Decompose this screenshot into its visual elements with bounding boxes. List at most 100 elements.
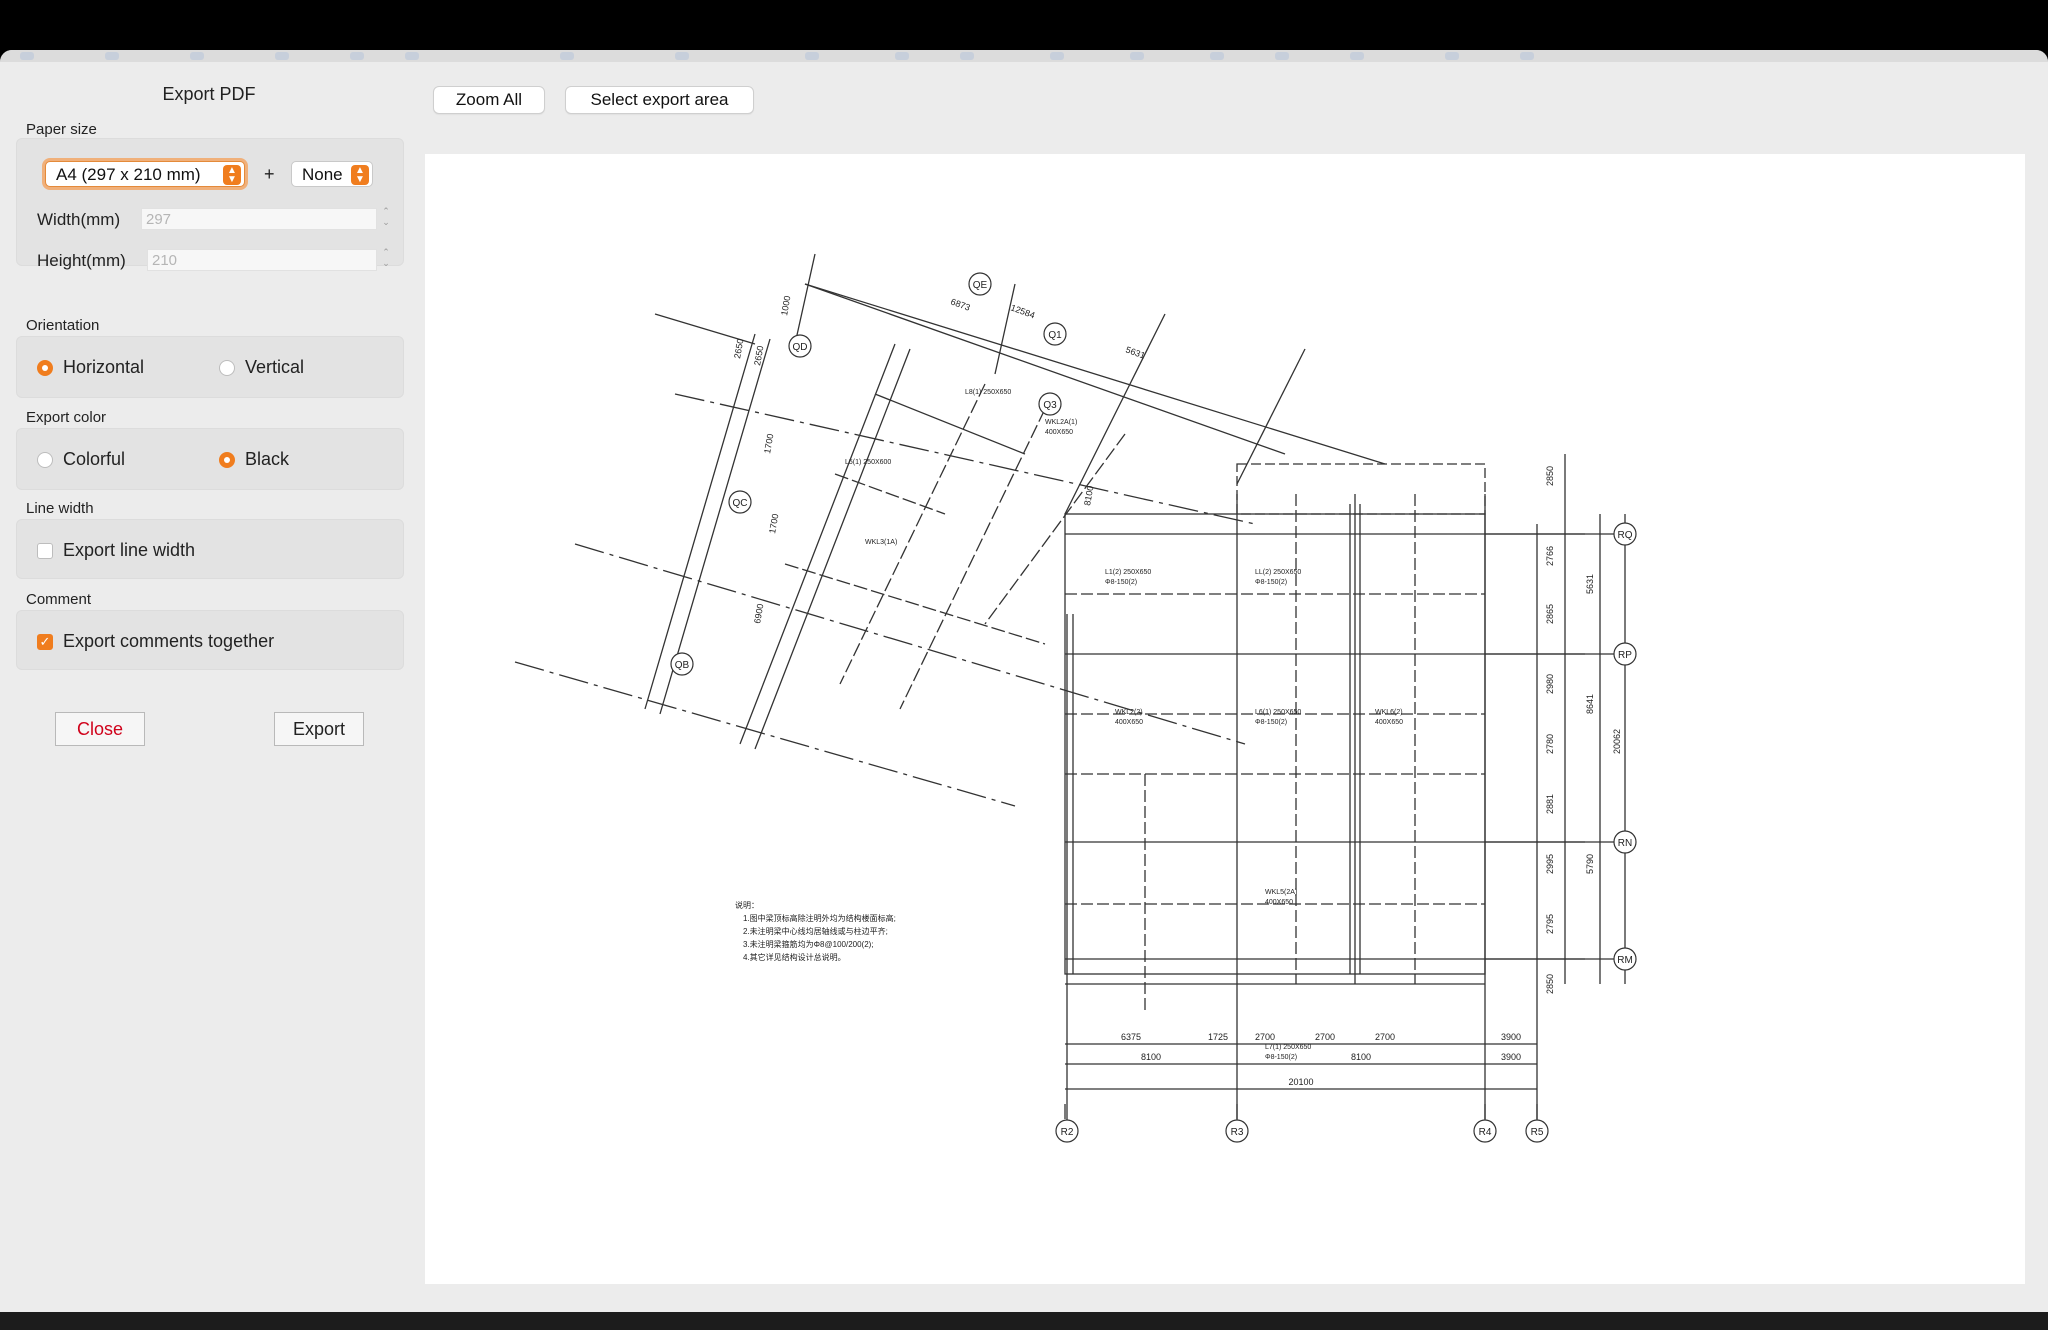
export-color-group: Colorful Black — [16, 428, 404, 490]
svg-text:2865: 2865 — [1545, 604, 1555, 624]
svg-text:2795: 2795 — [1545, 914, 1555, 934]
svg-text:L6(1) 250X650: L6(1) 250X650 — [1255, 709, 1301, 716]
radio-unselected-icon — [37, 451, 53, 468]
svg-text:2850: 2850 — [1545, 466, 1555, 486]
svg-text:L8(1) 250X650: L8(1) 250X650 — [965, 389, 1011, 396]
svg-text:2850: 2850 — [1545, 974, 1555, 994]
chevron-updown-icon: ▲ ▼ — [223, 165, 241, 185]
height-stepper-icon[interactable]: ⌃ ⌄ — [380, 247, 392, 273]
bottom-bar — [0, 1312, 2048, 1330]
width-input[interactable]: 297 — [141, 208, 377, 230]
svg-text:8100: 8100 — [1082, 485, 1095, 506]
line-width-label: Line width — [26, 500, 94, 517]
svg-text:RQ: RQ — [1618, 530, 1633, 541]
svg-text:400X650: 400X650 — [1045, 429, 1073, 436]
structural-drawing: L1(2) 250X650 Φ8-150(2) LL(2) 250X650 Φ8… — [514, 253, 1637, 1143]
axis-bubbles — [670, 272, 1637, 1143]
svg-text:QE: QE — [973, 280, 988, 291]
svg-text:400X650: 400X650 — [1265, 899, 1293, 906]
background-toolbar — [0, 50, 2048, 62]
svg-text:2995: 2995 — [1545, 854, 1555, 874]
radio-black[interactable]: Black — [219, 449, 289, 470]
svg-text:8100: 8100 — [1351, 1052, 1371, 1062]
width-stepper-icon[interactable]: ⌃ ⌄ — [380, 206, 392, 232]
svg-text:2766: 2766 — [1545, 546, 1555, 566]
svg-text:2881: 2881 — [1545, 794, 1555, 814]
radio-vertical[interactable]: Vertical — [219, 357, 304, 378]
chevron-updown-icon: ▲ ▼ — [351, 165, 369, 185]
svg-text:L5(1) 250X600: L5(1) 250X600 — [845, 459, 891, 466]
export-button[interactable]: Export — [274, 712, 364, 746]
svg-text:5631: 5631 — [1585, 574, 1595, 594]
comment-label: Comment — [26, 591, 92, 608]
export-comments-checkbox[interactable]: ✓ Export comments together — [37, 631, 274, 652]
paper-size-value: A4 (297 x 210 mm) — [56, 165, 201, 184]
svg-text:6873: 6873 — [949, 296, 971, 312]
svg-text:R4: R4 — [1479, 1127, 1492, 1138]
svg-text:4.其它详见结构设计总说明。: 4.其它详见结构设计总说明。 — [743, 952, 846, 962]
svg-text:400X650: 400X650 — [1375, 719, 1403, 726]
pdf-preview[interactable]: L1(2) 250X650 Φ8-150(2) LL(2) 250X650 Φ8… — [425, 154, 2025, 1284]
radio-horizontal-label: Horizontal — [63, 357, 145, 377]
extra-size-select[interactable]: None ▲ ▼ — [291, 161, 373, 187]
settings-panel: Export PDF Paper size A4 (297 x 210 mm) … — [0, 62, 418, 1312]
svg-text:QD: QD — [793, 342, 808, 353]
svg-text:8100: 8100 — [1141, 1052, 1161, 1062]
svg-text:8641: 8641 — [1585, 694, 1595, 714]
export-color-label: Export color — [26, 409, 107, 426]
radio-colorful[interactable]: Colorful — [37, 449, 125, 470]
svg-text:5790: 5790 — [1585, 854, 1595, 874]
svg-text:1725: 1725 — [1208, 1032, 1228, 1042]
bottom-dimensions: 6375 1725 2700 2700 2700 3900 8100 8100 … — [1121, 1032, 1521, 1087]
svg-text:L1(2) 250X650: L1(2) 250X650 — [1105, 569, 1151, 576]
radio-black-label: Black — [245, 449, 290, 469]
svg-text:WKL5(2A): WKL5(2A) — [1265, 889, 1297, 896]
svg-text:L7(1) 250X650: L7(1) 250X650 — [1265, 1044, 1311, 1051]
right-dimensions: 2850 2766 2865 2980 2780 2881 2995 2795 … — [1545, 466, 1622, 994]
radio-selected-icon — [219, 451, 235, 468]
svg-text:6900: 6900 — [752, 603, 765, 624]
export-comments-label: Export comments together — [63, 631, 275, 651]
svg-text:2780: 2780 — [1545, 734, 1555, 754]
export-line-width-label: Export line width — [63, 540, 196, 560]
svg-text:Q1: Q1 — [1048, 330, 1062, 341]
paper-size-group: A4 (297 x 210 mm) ▲ ▼ + None ▲ ▼ Width(mm)… — [16, 138, 404, 271]
radio-unselected-icon — [219, 359, 235, 376]
svg-text:1700: 1700 — [767, 513, 780, 534]
comment-group: ✓ Export comments together — [16, 610, 404, 670]
height-input[interactable]: 210 — [147, 249, 377, 271]
paper-size-select[interactable]: A4 (297 x 210 mm) ▲ ▼ — [45, 161, 245, 187]
export-line-width-checkbox[interactable]: Export line width — [37, 540, 195, 561]
svg-text:3.未注明梁箍筋均为Φ8@100/200(2);: 3.未注明梁箍筋均为Φ8@100/200(2); — [743, 939, 874, 949]
orientation-label: Orientation — [26, 317, 100, 334]
svg-text:R5: R5 — [1531, 1127, 1544, 1138]
svg-text:3900: 3900 — [1501, 1052, 1521, 1062]
svg-text:1000: 1000 — [779, 295, 792, 316]
zoom-all-button[interactable]: Zoom All — [433, 86, 545, 114]
svg-text:6375: 6375 — [1121, 1032, 1141, 1042]
close-button[interactable]: Close — [55, 712, 145, 746]
select-export-area-button[interactable]: Select export area — [565, 86, 754, 114]
svg-text:2700: 2700 — [1375, 1032, 1395, 1042]
svg-text:RP: RP — [1618, 650, 1632, 661]
svg-text:2650: 2650 — [732, 338, 745, 359]
plus-sign: + — [264, 164, 275, 184]
export-pdf-dialog: Export PDF Paper size A4 (297 x 210 mm) … — [0, 62, 2048, 1312]
svg-text:20100: 20100 — [1288, 1077, 1313, 1087]
svg-text:说明：: 说明： — [735, 900, 759, 910]
radio-horizontal[interactable]: Horizontal — [37, 357, 144, 378]
app-window: Export PDF Paper size A4 (297 x 210 mm) … — [0, 50, 2048, 1312]
dialog-title: Export PDF — [162, 84, 256, 104]
drawing-lines — [514, 253, 1626, 1129]
svg-text:WKL2A(1): WKL2A(1) — [1045, 419, 1077, 426]
svg-text:WKL3(1A): WKL3(1A) — [865, 539, 897, 546]
svg-text:400X650: 400X650 — [1115, 719, 1143, 726]
svg-text:R2: R2 — [1061, 1127, 1074, 1138]
checkbox-unchecked-icon — [37, 542, 53, 559]
drawing-notes: 说明： 1.图中梁顶标高除注明外均为结构楼面标高; 2.未注明梁中心线均居轴线或… — [735, 900, 896, 962]
orientation-group: Horizontal Vertical — [16, 336, 404, 398]
svg-text:WKL2(2): WKL2(2) — [1115, 709, 1143, 716]
paper-size-label: Paper size — [26, 121, 97, 138]
svg-text:Φ8-150(2): Φ8-150(2) — [1255, 719, 1287, 726]
svg-text:Φ8-150(2): Φ8-150(2) — [1105, 579, 1137, 586]
